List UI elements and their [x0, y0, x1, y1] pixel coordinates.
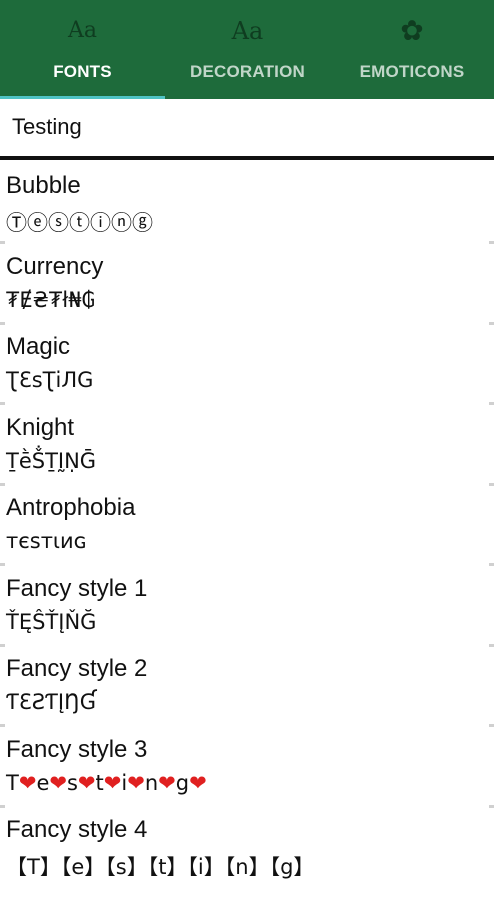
- tab-emoticons[interactable]: ✿ EMOTICONS: [330, 0, 494, 99]
- style-name: Fancy style 2: [6, 655, 148, 682]
- font-style-list[interactable]: Bubble Ⓣⓔⓢⓣⓘⓝⓖ Currency ₮Ɇ₴₮ł₦₲ Magic ƮƐ…: [0, 166, 494, 900]
- input-underline: [0, 156, 494, 160]
- font-style-icon: Aa: [67, 18, 97, 43]
- divider: [0, 241, 5, 244]
- list-item[interactable]: Antrophobia ᴛєѕᴛιиɢ: [0, 488, 494, 569]
- divider: [489, 804, 494, 808]
- list-item[interactable]: Magic ƮƐsƮiЛG: [0, 327, 494, 408]
- divider: [489, 724, 494, 727]
- style-sample: ₮Ɇ₴₮ł₦₲: [6, 287, 95, 312]
- divider: [489, 643, 494, 647]
- divider: [489, 241, 494, 244]
- tab-label: EMOTICONS: [359, 62, 465, 81]
- style-sample: Ⓣⓔⓢⓣⓘⓝⓖ: [6, 211, 153, 235]
- heart-icon: ❤: [158, 770, 176, 795]
- divider: [489, 402, 494, 405]
- style-sample: ᴛєѕᴛιиɢ: [6, 529, 87, 553]
- style-sample: ƮƐsƮiЛG: [6, 368, 94, 392]
- style-name: Fancy style 4: [6, 816, 148, 843]
- heart-icon: ❤: [189, 770, 207, 795]
- tab-decoration[interactable]: Aa DECORATION: [165, 0, 330, 99]
- divider: [489, 563, 494, 566]
- style-name: Knight: [6, 413, 75, 441]
- divider: [489, 482, 494, 486]
- list-item[interactable]: Fancy style 2 ƬƐƧƬĮŊƓ: [0, 649, 494, 730]
- emoticon-icon: ✿: [400, 14, 424, 47]
- divider: [0, 402, 5, 405]
- divider: [0, 724, 5, 727]
- style-name: Currency: [6, 252, 104, 280]
- tab-label: DECORATION: [189, 62, 305, 81]
- tab-label: FONTS: [53, 62, 112, 81]
- decoration-icon: Aa: [231, 17, 264, 45]
- list-item[interactable]: Currency ₮Ɇ₴₮ł₦₲: [0, 247, 494, 328]
- heart-icon: ❤: [77, 770, 96, 795]
- style-name: Antrophobia: [6, 494, 136, 521]
- list-item[interactable]: Bubble Ⓣⓔⓢⓣⓘⓝⓖ: [0, 166, 494, 247]
- divider: [489, 321, 494, 325]
- divider: [0, 482, 5, 486]
- tab-fonts[interactable]: Aa FONTS: [0, 0, 165, 99]
- divider: [0, 321, 5, 325]
- heart-icon: ❤: [103, 770, 122, 795]
- text-input[interactable]: [0, 99, 494, 155]
- style-name: Bubble: [6, 172, 81, 199]
- text-input-row: [0, 99, 494, 157]
- style-name: Fancy style 3: [6, 735, 148, 763]
- list-item[interactable]: Knight ṮḕṦṮḬṆḠ: [0, 408, 494, 489]
- style-sample: ƬƐƧƬĮŊƓ: [6, 690, 97, 714]
- list-item[interactable]: Fancy style 4 【T】【e】【s】【t】【i】【n】【g】: [0, 810, 494, 891]
- style-sample: ṮḕṦṮḬṆḠ: [6, 448, 97, 473]
- style-sample: ŤĘŜŤĮŇĞ: [6, 609, 97, 634]
- heart-icon: ❤: [127, 770, 145, 795]
- top-tab-bar: Aa FONTS Aa DECORATION ✿ EMOTICONS: [0, 0, 494, 99]
- heart-icon: ❤: [18, 770, 37, 795]
- style-sample: T❤e❤s❤t❤i❤n❤g❤: [6, 770, 207, 795]
- style-name: Fancy style 1: [6, 574, 148, 602]
- list-item[interactable]: Fancy style 1 ŤĘŜŤĮŇĞ: [0, 569, 494, 650]
- divider: [0, 804, 5, 808]
- list-item[interactable]: Fancy style 3 T❤e❤s❤t❤i❤n❤g❤: [0, 730, 494, 811]
- divider: [0, 643, 5, 647]
- heart-icon: ❤: [49, 770, 67, 795]
- style-sample: 【T】【e】【s】【t】【i】【n】【g】: [6, 855, 315, 879]
- divider: [0, 563, 5, 566]
- style-name: Magic: [6, 333, 71, 360]
